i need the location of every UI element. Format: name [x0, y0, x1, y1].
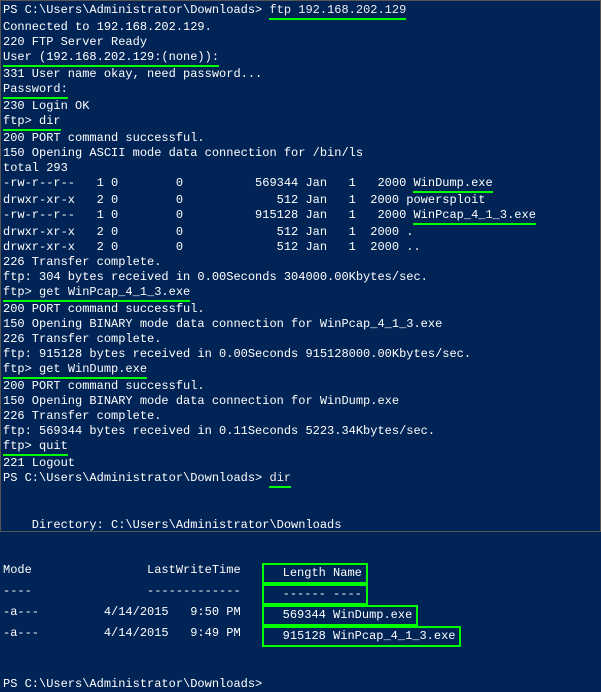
winpcap-file: WinPcap_4_1_3.exe — [413, 208, 535, 225]
output-line: 331 User name okay, need password... — [3, 67, 598, 82]
dir-command: dir — [39, 114, 61, 131]
get-windump-command: get WinDump.exe — [39, 362, 147, 379]
ftp-prompt-line: ftp> quit — [3, 439, 598, 456]
file-size-name: 569344 WinDump.exe — [262, 605, 418, 626]
output-line: 150 Opening BINARY mode data connection … — [3, 394, 598, 409]
ftp-prompt-line: ftp> get WinPcap_4_1_3.exe — [3, 285, 598, 302]
output-line: total 293 — [3, 161, 598, 176]
get-winpcap-command: get WinPcap_4_1_3.exe — [39, 285, 190, 302]
output-line: 200 PORT command successful. — [3, 131, 598, 146]
output-line: User (192.168.202.129:(none)): — [3, 50, 598, 67]
ftp-prompt: ftp> — [3, 285, 39, 302]
output-line: 221 Logout — [3, 456, 598, 471]
output-line: 230 Login OK — [3, 99, 598, 114]
table-divider-row: ---- ------------- ------ ---- — [3, 584, 598, 605]
output-line: ftp: 915128 bytes received in 0.00Second… — [3, 347, 598, 362]
output-line: 150 Opening BINARY mode data connection … — [3, 317, 598, 332]
output-line: Connected to 192.168.202.129. — [3, 20, 598, 35]
file-line: drwxr-xr-x 2 0 0 512 Jan 1 2000 . — [3, 225, 598, 240]
directory-header: Directory: C:\Users\Administrator\Downlo… — [3, 518, 598, 533]
mode-writetime-header: Mode LastWriteTime — [3, 563, 262, 578]
file-line: -rw-r--r-- 1 0 0 569344 Jan 1 2000 WinDu… — [3, 176, 598, 193]
output-line: 220 FTP Server Ready — [3, 35, 598, 50]
output-line: 226 Transfer complete. — [3, 409, 598, 424]
prompt-line: PS C:\Users\Administrator\Downloads> ftp… — [3, 3, 598, 20]
output-line: Password: — [3, 82, 598, 99]
length-name-header: Length Name — [262, 563, 368, 584]
table-row: -a--- 4/14/2015 9:49 PM 915128 WinPcap_4… — [3, 626, 598, 647]
file-meta: -a--- 4/14/2015 9:49 PM — [3, 626, 262, 641]
file-meta: -a--- 4/14/2015 9:50 PM — [3, 605, 262, 620]
output-line: ftp: 569344 bytes received in 0.11Second… — [3, 424, 598, 439]
final-prompt[interactable]: PS C:\Users\Administrator\Downloads> — [3, 677, 598, 692]
user-prompt: User (192.168.202.129:(none)): — [3, 50, 219, 67]
output-line: 200 PORT command successful. — [3, 302, 598, 317]
prompt-line: PS C:\Users\Administrator\Downloads> dir — [3, 471, 598, 488]
output-line: 226 Transfer complete. — [3, 332, 598, 347]
ftp-command: ftp 192.168.202.129 — [269, 3, 406, 20]
ftp-prompt: ftp> — [3, 439, 39, 456]
file-line: drwxr-xr-x 2 0 0 512 Jan 1 2000 powerspl… — [3, 193, 598, 208]
ftp-prompt-line: ftp> get WinDump.exe — [3, 362, 598, 379]
file-line: -rw-r--r-- 1 0 0 915128 Jan 1 2000 WinPc… — [3, 208, 598, 225]
ps-prompt: PS C:\Users\Administrator\Downloads> — [3, 3, 269, 17]
password-prompt: Password: — [3, 82, 68, 99]
dir-command: dir — [269, 471, 291, 488]
quit-command: quit — [39, 439, 68, 456]
file-size-name: 915128 WinPcap_4_1_3.exe — [262, 626, 461, 647]
table-row: -a--- 4/14/2015 9:50 PM 569344 WinDump.e… — [3, 605, 598, 626]
output-line: 150 Opening ASCII mode data connection f… — [3, 146, 598, 161]
output-line: 200 PORT command successful. — [3, 379, 598, 394]
ftp-prompt-line: ftp> dir — [3, 114, 598, 131]
ps-prompt: PS C:\Users\Administrator\Downloads> — [3, 471, 269, 485]
windump-file: WinDump.exe — [413, 176, 492, 193]
ftp-prompt: ftp> — [3, 362, 39, 379]
output-line: ftp: 304 bytes received in 0.00Seconds 3… — [3, 270, 598, 285]
ftp-prompt: ftp> — [3, 114, 39, 131]
output-line: 226 Transfer complete. — [3, 255, 598, 270]
table-header-row: Mode LastWriteTime Length Name — [3, 563, 598, 584]
file-line: drwxr-xr-x 2 0 0 512 Jan 1 2000 .. — [3, 240, 598, 255]
